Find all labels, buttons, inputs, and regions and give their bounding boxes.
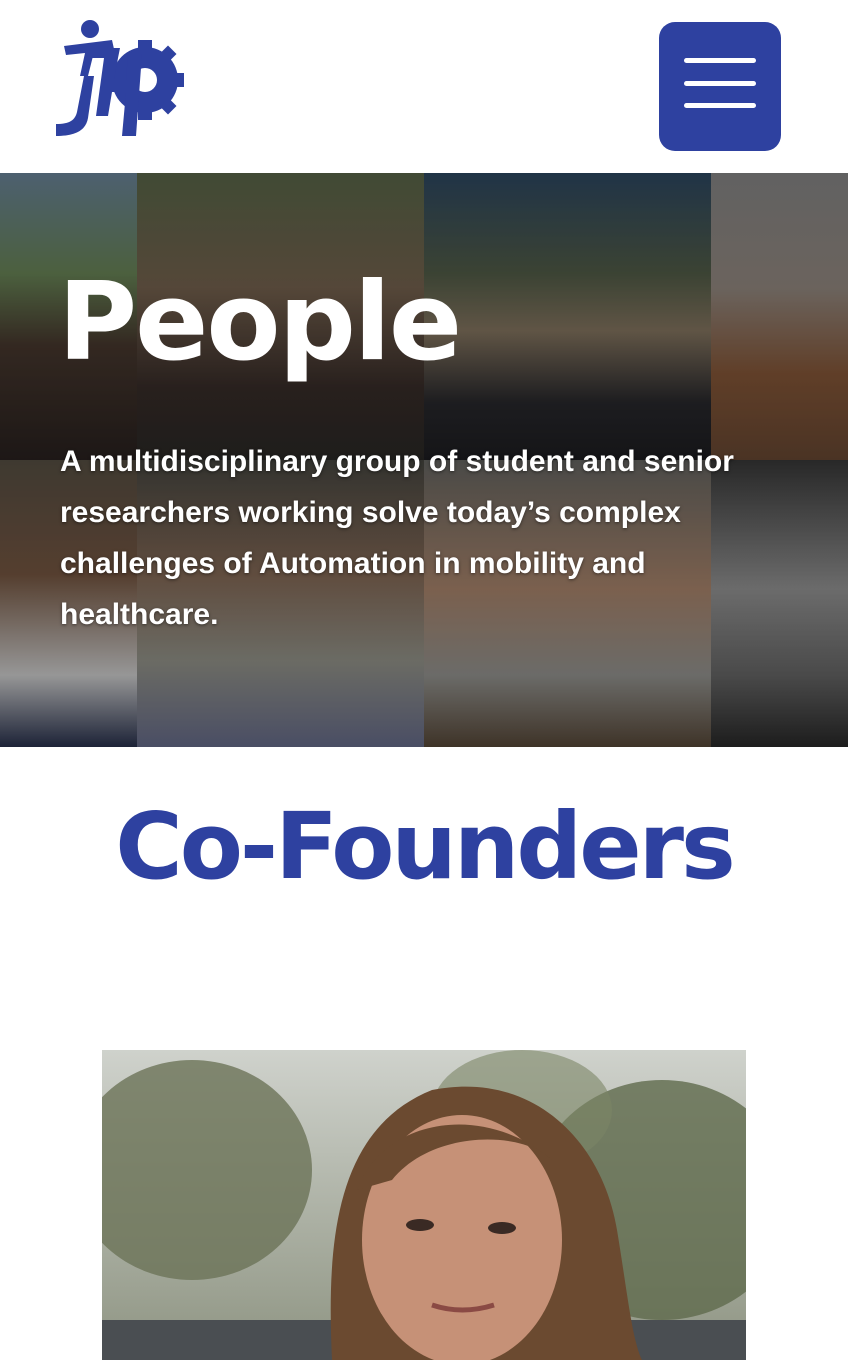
menu-button[interactable] — [659, 22, 781, 151]
cofounder-portrait-image — [102, 1050, 746, 1360]
iap-logo-icon — [56, 20, 184, 136]
site-logo[interactable] — [50, 18, 190, 142]
page-title: People — [58, 260, 462, 385]
people-hero: People A multidisciplinary group of stud… — [0, 173, 848, 747]
hero-description: A multidisciplinary group of student and… — [60, 445, 734, 631]
cofounders-heading: Co-Founders — [115, 793, 736, 900]
site-header — [0, 0, 848, 173]
cofounder-photo — [102, 1050, 746, 1360]
